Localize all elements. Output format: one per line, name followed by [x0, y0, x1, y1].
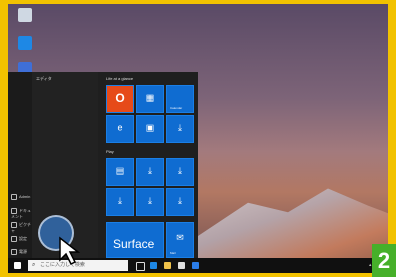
photos-icon: ▣: [145, 122, 155, 133]
rail-item-power[interactable]: 電源: [11, 249, 27, 255]
explorer-icon[interactable]: [164, 262, 171, 269]
rail-item-user[interactable]: Admin: [11, 194, 30, 200]
download-icon: ⤓: [118, 195, 122, 206]
task-view-icon[interactable]: [136, 262, 145, 271]
mail-taskbar-icon[interactable]: [192, 262, 199, 269]
apps-grid-icon: ▦: [145, 92, 155, 103]
download-tile-4[interactable]: ⤓: [106, 188, 134, 216]
download-icon: ⤓: [148, 165, 152, 176]
office-apps-tile[interactable]: ▦: [136, 85, 164, 113]
mail-caption: Mail: [170, 251, 176, 255]
download-icon: ⤓: [178, 195, 182, 206]
store-taskbar-icon[interactable]: [178, 262, 185, 269]
step-badge: 2: [372, 244, 396, 277]
start-button[interactable]: [14, 262, 21, 269]
calendar-caption: Calendar: [170, 106, 183, 110]
office-icon: O: [115, 90, 125, 105]
surface-label: Surface: [113, 237, 155, 251]
mail-icon: ✉: [176, 232, 184, 243]
office-tile[interactable]: O: [106, 85, 134, 113]
edge-tile[interactable]: e: [106, 115, 134, 143]
power-icon: [11, 249, 17, 255]
rail-item-settings[interactable]: 設定: [11, 236, 27, 242]
download-icon: ⤓: [148, 195, 152, 206]
calendar-tile[interactable]: Calendar: [166, 85, 194, 113]
search-icon: ⌕: [32, 262, 36, 268]
download-tile-3[interactable]: ⤓: [166, 158, 194, 186]
store-tile[interactable]: ▤: [106, 158, 134, 186]
photos-tile[interactable]: ▣: [136, 115, 164, 143]
download-tile-2[interactable]: ⤓: [136, 158, 164, 186]
app-list-header: エディタ: [36, 76, 52, 81]
edge-tile-icon: e: [117, 122, 123, 133]
download-icon: ⤓: [178, 165, 182, 176]
start-menu: Admin ドキュメント ピクチャ 設定 電源 エディタ Life at a g…: [8, 72, 198, 258]
download-tile-1[interactable]: ⤓: [166, 115, 194, 143]
rail-item-pictures[interactable]: ピクチャ: [11, 222, 32, 234]
tile-area: Life at a glance O ▦ Calendar e ▣ ⤓ Play…: [106, 72, 198, 258]
gear-icon: [11, 236, 17, 242]
tile-group-label: Life at a glance: [106, 76, 134, 81]
mail-tile[interactable]: ✉ Mail: [166, 222, 194, 258]
edge-icon[interactable]: [18, 36, 32, 50]
rail-item-documents[interactable]: ドキュメント: [11, 208, 32, 220]
tile-group-label-2: Play: [106, 149, 114, 154]
download-tile-5[interactable]: ⤓: [136, 188, 164, 216]
download-icon: ⤓: [178, 122, 182, 133]
start-rail: Admin ドキュメント ピクチャ 設定 電源: [8, 72, 32, 258]
user-icon: [11, 194, 17, 200]
mouse-cursor-icon: [59, 236, 81, 266]
download-tile-6[interactable]: ⤓: [166, 188, 194, 216]
recycle-bin-icon[interactable]: [18, 8, 32, 22]
store-icon: ▤: [115, 165, 125, 176]
edge-taskbar-icon[interactable]: [150, 262, 157, 269]
surface-tile[interactable]: Surface: [106, 222, 164, 258]
